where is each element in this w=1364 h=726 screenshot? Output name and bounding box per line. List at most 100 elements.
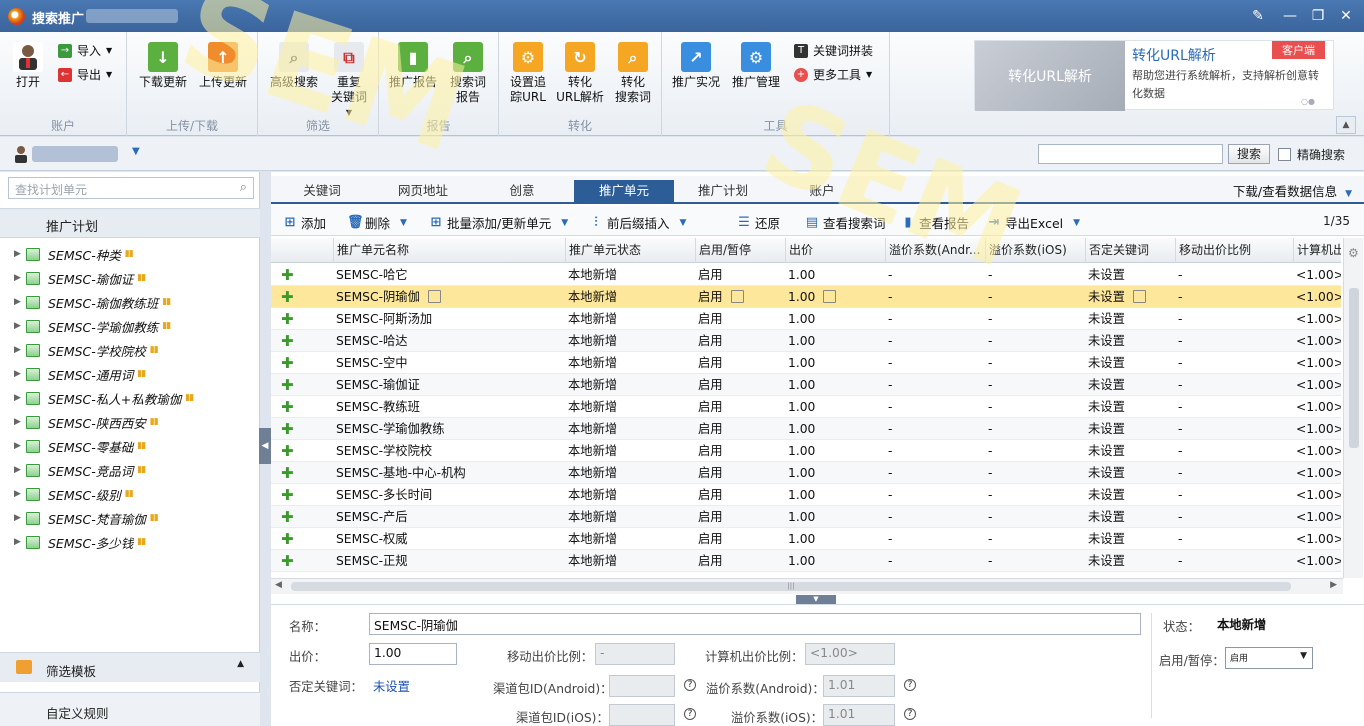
- scroll-left-icon[interactable]: ◀: [275, 580, 282, 590]
- horizontal-scrollbar[interactable]: ◀ ||| ▶: [271, 578, 1343, 594]
- edit-pencil-icon[interactable]: [1132, 290, 1146, 303]
- export-button[interactable]: ← 导出 ▼: [58, 66, 112, 83]
- plan-tree-item[interactable]: ▶ SEMSC-陕西西安 ▮▮: [0, 410, 260, 434]
- tab-creatives[interactable]: 创意: [487, 180, 557, 204]
- add-row-icon[interactable]: ✚: [271, 550, 333, 572]
- table-row[interactable]: ✚ SEMSC-正规 本地新增 启用 1.00 - - 未设置 - <1.00>: [271, 550, 1341, 572]
- vertical-scrollbar[interactable]: ⚙: [1343, 238, 1363, 578]
- edit-icon[interactable]: ✎: [1248, 6, 1268, 26]
- delete-button[interactable]: 🗑 删除 ▼: [347, 213, 407, 232]
- export-excel-button[interactable]: ⇥ 导出Excel ▼: [987, 213, 1081, 232]
- expand-arrow-icon[interactable]: ▶: [14, 297, 24, 307]
- table-row[interactable]: ✚ SEMSC-教练班 本地新增 启用 1.00 - - 未设置 - <1.00>: [271, 396, 1341, 418]
- conversion-search-word-button[interactable]: ⌕ 转化 搜索词: [609, 42, 657, 105]
- add-row-icon[interactable]: ✚: [271, 330, 333, 352]
- chevron-down-icon[interactable]: ▼: [561, 218, 568, 228]
- import-button[interactable]: → 导入 ▼: [58, 42, 112, 59]
- settings-gear-icon[interactable]: ⚙: [1348, 246, 1359, 260]
- expand-arrow-icon[interactable]: ▶: [14, 441, 24, 451]
- add-row-icon[interactable]: ✚: [271, 484, 333, 506]
- plan-tree-item[interactable]: ▶ SEMSC-零基础 ▮▮: [0, 434, 260, 458]
- search-button[interactable]: 搜索: [1228, 144, 1270, 164]
- help-icon[interactable]: ?: [904, 708, 916, 720]
- checkbox-icon[interactable]: [1278, 148, 1291, 161]
- h-scroll-thumb[interactable]: |||: [291, 582, 1291, 591]
- expand-arrow-icon[interactable]: ▶: [14, 321, 24, 331]
- promo-report-button[interactable]: ▮ 推广报告: [385, 42, 441, 90]
- more-tools-button[interactable]: + 更多工具 ▼: [794, 66, 872, 83]
- search-query-report-button[interactable]: ⌕ 搜索词 报告: [443, 42, 493, 105]
- table-row[interactable]: ✚ SEMSC-学校院校 本地新增 启用 1.00 - - 未设置 - <1.00>: [271, 440, 1341, 462]
- table-row[interactable]: ✚ SEMSC-哈它 本地新增 启用 1.00 - - 未设置 - <1.00>: [271, 264, 1341, 286]
- plan-tree-item[interactable]: ▶ SEMSC-种类 ▮▮: [0, 242, 260, 266]
- add-row-icon[interactable]: ✚: [271, 308, 333, 330]
- global-search-input[interactable]: [1038, 144, 1223, 164]
- plan-tree-item[interactable]: ▶ SEMSC-竞品词 ▮▮: [0, 458, 260, 482]
- edit-pencil-icon[interactable]: [730, 290, 744, 303]
- expand-arrow-icon[interactable]: ▶: [14, 249, 24, 259]
- chevron-down-icon[interactable]: ▼: [1073, 218, 1080, 228]
- plan-tree-item[interactable]: ▶ SEMSC-梵音瑜伽 ▮▮: [0, 506, 260, 530]
- add-row-icon[interactable]: ✚: [271, 374, 333, 396]
- table-row[interactable]: ✚ SEMSC-空中 本地新增 启用 1.00 - - 未设置 - <1.00>: [271, 352, 1341, 374]
- account-dropdown-icon[interactable]: ▼: [132, 146, 140, 157]
- tab-plans[interactable]: 推广计划: [683, 180, 763, 204]
- download-update-button[interactable]: ↓ 下载更新: [135, 42, 191, 90]
- filter-template-section[interactable]: 筛选模板 ▲: [0, 652, 260, 682]
- column-header[interactable]: 推广单元名称: [333, 238, 565, 263]
- promo-banner[interactable]: 转化URL解析 转化URL解析 帮助您进行系统解析，支持解析创意转化数据 客户端…: [974, 40, 1334, 111]
- table-row[interactable]: ✚ SEMSC-瑜伽证 本地新增 启用 1.00 - - 未设置 - <1.00>: [271, 374, 1341, 396]
- track-url-button[interactable]: ⚙ 设置追 踪URL: [505, 42, 551, 105]
- add-row-icon[interactable]: ✚: [271, 352, 333, 374]
- expand-arrow-icon[interactable]: ▶: [14, 273, 24, 283]
- help-icon[interactable]: ?: [684, 708, 696, 720]
- detail-splitter[interactable]: ▼: [796, 595, 836, 604]
- expand-arrow-icon[interactable]: ▶: [14, 393, 24, 403]
- expand-arrow-icon[interactable]: ▶: [14, 489, 24, 499]
- ribbon-collapse-button[interactable]: ▲: [1336, 116, 1356, 134]
- duplicate-keywords-button[interactable]: ⧉ 重复 关键词 ▼: [324, 42, 374, 120]
- name-field[interactable]: SEMSC-阴瑜伽: [369, 613, 1141, 635]
- bid-field[interactable]: 1.00: [369, 643, 457, 665]
- table-row[interactable]: ✚ SEMSC-哈达 本地新增 启用 1.00 - - 未设置 - <1.00>: [271, 330, 1341, 352]
- add-row-icon[interactable]: ✚: [271, 462, 333, 484]
- open-button[interactable]: 打开: [8, 42, 48, 90]
- batch-add-button[interactable]: ⊞ 批量添加/更新单元 ▼: [429, 213, 569, 232]
- insert-affix-button[interactable]: ⫶ 前后缀插入 ▼: [589, 213, 686, 232]
- conversion-url-parse-button[interactable]: ↻ 转化 URL解析: [555, 42, 605, 105]
- banner-title[interactable]: 转化URL解析: [1132, 45, 1216, 65]
- help-icon[interactable]: ?: [904, 679, 916, 691]
- column-header[interactable]: 计算机出: [1293, 238, 1341, 263]
- toggle-select[interactable]: 启用 ▼: [1225, 647, 1313, 669]
- tab-units[interactable]: 推广单元: [574, 180, 674, 204]
- panel-splitter[interactable]: ◀: [259, 428, 271, 464]
- plan-search-input[interactable]: 查找计划单元 ⌕: [8, 177, 254, 199]
- expand-arrow-icon[interactable]: ▶: [14, 345, 24, 355]
- plan-tree-item[interactable]: ▶ SEMSC-通用词 ▮▮: [0, 362, 260, 386]
- expand-arrow-icon[interactable]: ▶: [14, 417, 24, 427]
- plan-tree-item[interactable]: ▶ SEMSC-多少钱 ▮▮: [0, 530, 260, 554]
- view-search-terms-button[interactable]: ▤ 查看搜索词: [805, 213, 886, 232]
- exact-search-checkbox[interactable]: 精确搜索: [1278, 146, 1345, 163]
- search-icon[interactable]: ⌕: [240, 180, 247, 195]
- add-button[interactable]: ⊞ 添加: [283, 213, 326, 232]
- table-row[interactable]: ✚ SEMSC-产后 本地新增 启用 1.00 - - 未设置 - <1.00>: [271, 506, 1341, 528]
- plan-tree-item[interactable]: ▶ SEMSC-瑜伽教练班 ▮▮: [0, 290, 260, 314]
- plan-tree-item[interactable]: ▶ SEMSC-学校院校 ▮▮: [0, 338, 260, 362]
- expand-up-icon[interactable]: ▲: [237, 659, 244, 669]
- table-row[interactable]: ✚ SEMSC-阿斯汤加 本地新增 启用 1.00 - - 未设置 - <1.00>: [271, 308, 1341, 330]
- column-header[interactable]: 出价: [785, 238, 885, 263]
- table-row[interactable]: ✚ SEMSC-基地-中心-机构 本地新增 启用 1.00 - - 未设置 - <1.00>: [271, 462, 1341, 484]
- scroll-thumb[interactable]: [1349, 288, 1359, 448]
- add-row-icon[interactable]: ✚: [271, 440, 333, 462]
- advanced-search-button[interactable]: ⌕ 高级搜索: [266, 42, 322, 90]
- negative-keywords-link[interactable]: 未设置: [373, 677, 410, 695]
- scroll-right-icon[interactable]: ▶: [1330, 580, 1337, 590]
- add-row-icon[interactable]: ✚: [271, 528, 333, 550]
- restore-button[interactable]: ☰ 还原: [737, 213, 780, 232]
- column-header[interactable]: 溢价系数(Andr...: [885, 238, 985, 263]
- column-header[interactable]: 推广单元状态: [565, 238, 695, 263]
- close-button[interactable]: ✕: [1336, 6, 1356, 26]
- upload-update-button[interactable]: ↑ 上传更新: [195, 42, 251, 90]
- add-row-icon[interactable]: ✚: [271, 396, 333, 418]
